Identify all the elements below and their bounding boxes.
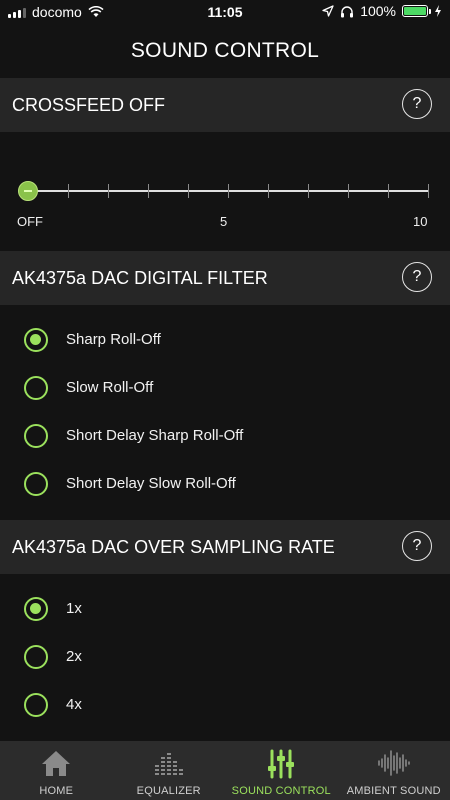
crossfeed-title: CROSSFEED OFF <box>12 95 166 115</box>
digital-filter-title: AK4375a DAC DIGITAL FILTER <box>12 268 268 288</box>
page-title: SOUND CONTROL <box>130 39 320 62</box>
tab-label: AMBIENT SOUND <box>346 785 441 797</box>
battery-percent: 100% <box>360 3 396 19</box>
slider-tick <box>188 184 189 198</box>
slider-tick <box>68 184 69 198</box>
battery-icon <box>402 5 431 17</box>
radio-unselected[interactable] <box>24 472 48 496</box>
charging-icon <box>435 5 441 17</box>
tab-equalizer[interactable]: EQUALIZER <box>113 741 226 800</box>
slider-min-label: OFF <box>17 214 43 229</box>
radio-label: 2x <box>66 648 82 665</box>
home-icon <box>42 751 71 776</box>
oversampling-help-button[interactable]: ? <box>402 531 432 561</box>
crossfeed-slider[interactable] <box>18 181 429 202</box>
waveform-icon <box>377 750 410 776</box>
slider-thumb[interactable] <box>18 181 38 201</box>
digital-filter-help-button[interactable]: ? <box>402 262 432 292</box>
radio-label: 4x <box>66 696 82 713</box>
slider-tick <box>228 184 229 198</box>
location-arrow-icon <box>322 5 334 17</box>
slider-mid-label: 5 <box>220 214 228 229</box>
slider-tick <box>388 184 389 198</box>
oversampling-title: AK4375a DAC OVER SAMPLING RATE <box>12 537 335 557</box>
radio-label: Short Delay Slow Roll-Off <box>66 475 236 492</box>
radio-unselected[interactable] <box>24 645 48 669</box>
filter-option-short-delay-slow[interactable]: Short Delay Slow Roll-Off <box>0 462 450 506</box>
bottom-tab-bar: HOME EQUALIZER SOUND CONTROL AMBIENT SOU… <box>0 741 450 800</box>
headphones-icon <box>341 5 354 17</box>
slider-max-label: 10 <box>413 214 428 229</box>
radio-label: Slow Roll-Off <box>66 379 154 396</box>
sliders-icon <box>268 749 295 779</box>
tab-label: EQUALIZER <box>136 785 201 797</box>
filter-option-short-delay-sharp[interactable]: Short Delay Sharp Roll-Off <box>0 414 450 458</box>
slider-tick <box>108 184 109 198</box>
radio-unselected[interactable] <box>24 424 48 448</box>
filter-option-sharp-roll-off[interactable]: Sharp Roll-Off <box>0 318 450 362</box>
slider-tick <box>268 184 269 198</box>
radio-selected[interactable] <box>24 597 48 621</box>
digital-filter-section-header: AK4375a DAC DIGITAL FILTER ? <box>0 251 450 305</box>
radio-label: Sharp Roll-Off <box>66 331 161 348</box>
radio-unselected[interactable] <box>24 693 48 717</box>
tab-sound-control[interactable]: SOUND CONTROL <box>225 741 338 800</box>
app-header: SOUND CONTROL <box>0 24 450 78</box>
tab-label: HOME <box>39 785 74 797</box>
status-bar: docomo 11:05 100% <box>0 0 450 24</box>
tab-label: SOUND CONTROL <box>231 785 331 797</box>
crossfeed-section-header: CROSSFEED OFF ? <box>0 78 450 132</box>
tab-ambient-sound[interactable]: AMBIENT SOUND <box>338 741 450 800</box>
slider-tick <box>308 184 309 198</box>
status-right: 100% <box>322 3 442 19</box>
slider-tick <box>148 184 149 198</box>
radio-label: 1x <box>66 600 82 617</box>
filter-option-slow-roll-off[interactable]: Slow Roll-Off <box>0 366 450 410</box>
radio-selected[interactable] <box>24 328 48 352</box>
radio-label: Short Delay Sharp Roll-Off <box>66 427 244 444</box>
slider-tick <box>428 184 429 198</box>
oversampling-option-4x[interactable]: 4x <box>0 683 450 727</box>
oversampling-option-2x[interactable]: 2x <box>0 635 450 679</box>
equalizer-icon <box>154 753 183 775</box>
crossfeed-help-button[interactable]: ? <box>402 89 432 119</box>
radio-unselected[interactable] <box>24 376 48 400</box>
oversampling-section-header: AK4375a DAC OVER SAMPLING RATE ? <box>0 520 450 574</box>
slider-tick <box>348 184 349 198</box>
tab-home[interactable]: HOME <box>0 741 113 800</box>
oversampling-option-1x[interactable]: 1x <box>0 587 450 631</box>
